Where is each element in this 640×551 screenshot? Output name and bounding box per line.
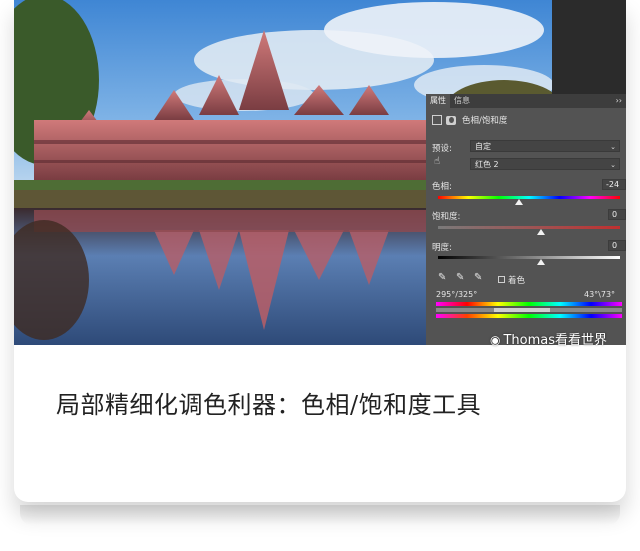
chevron-down-icon: ⌄: [610, 161, 616, 169]
tab-properties[interactable]: 属性: [426, 94, 450, 108]
card-shadow: [20, 505, 620, 525]
eyedropper-plus-icon[interactable]: ✎: [456, 272, 464, 283]
channel-value: 红色 2: [475, 160, 499, 169]
adjusted-color-bar: [436, 314, 622, 318]
watermark: ◉ Thomas看看世界: [490, 329, 607, 348]
channel-select[interactable]: 红色 2 ⌄: [470, 158, 620, 170]
hue-slider-track[interactable]: [438, 196, 620, 199]
range-left-readout: 295°/325°: [436, 290, 478, 299]
panel-tabs: 属性 信息 ››: [426, 94, 626, 108]
weibo-icon: ◉: [490, 333, 501, 347]
saturation-label: 饱和度:: [432, 212, 461, 222]
layer-mask-icon[interactable]: [446, 115, 456, 125]
colorize-checkbox[interactable]: [498, 276, 505, 283]
lightness-value-input[interactable]: 0: [608, 240, 626, 251]
adjustment-layer-icon: [432, 115, 442, 125]
preset-value: 自定: [475, 142, 491, 151]
lightness-label: 明度:: [432, 243, 452, 253]
eyedropper-icon[interactable]: ✎: [438, 272, 446, 283]
eyedropper-minus-icon[interactable]: ✎: [474, 272, 482, 283]
adjustment-header: 色相/饱和度: [432, 114, 620, 126]
chevron-down-icon: ⌄: [610, 143, 616, 151]
properties-panel: 属性 信息 ›› 色相/饱和度 预设: 自定 ⌄ ☝ 红色 2 ⌄ 色相: -2…: [426, 94, 626, 345]
range-slider-selection[interactable]: [494, 308, 550, 312]
caption-text: 局部精细化调色利器：色相/饱和度工具: [56, 391, 482, 419]
hue-value-input[interactable]: -24: [602, 179, 626, 190]
range-right-readout: 43°\73°: [584, 290, 616, 299]
hue-label: 色相:: [432, 182, 452, 192]
adjustment-title: 色相/饱和度: [462, 116, 508, 126]
hue-slider-thumb[interactable]: [515, 199, 523, 205]
source-color-bar: [436, 302, 622, 306]
preset-select[interactable]: 自定 ⌄: [470, 140, 620, 152]
lightness-slider-thumb[interactable]: [537, 259, 545, 265]
workspace-dark-area: [552, 0, 626, 94]
saturation-value-input[interactable]: 0: [608, 209, 626, 220]
saturation-slider-thumb[interactable]: [537, 229, 545, 235]
saturation-slider-track[interactable]: [438, 226, 620, 229]
tab-info[interactable]: 信息: [450, 94, 474, 108]
watermark-text: Thomas看看世界: [503, 333, 608, 348]
colorize-label: 着色: [508, 276, 526, 286]
panel-menu-icon[interactable]: ››: [616, 94, 622, 108]
lightness-slider-track[interactable]: [438, 256, 620, 259]
targeted-adjustment-hand-icon[interactable]: ☝: [434, 156, 440, 167]
preset-label: 预设:: [432, 144, 452, 154]
article-card: 属性 信息 ›› 色相/饱和度 预设: 自定 ⌄ ☝ 红色 2 ⌄ 色相: -2…: [14, 0, 626, 502]
